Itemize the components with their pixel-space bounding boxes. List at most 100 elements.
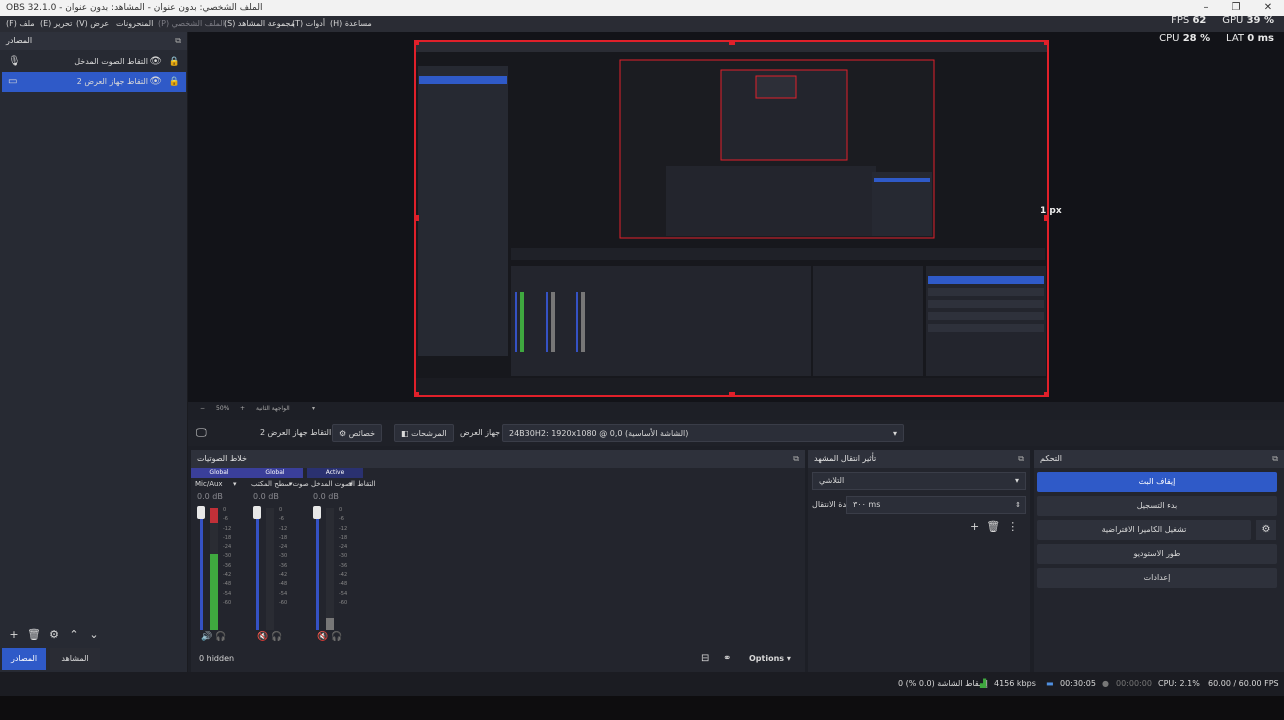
meter-tick-label: -54 [339, 590, 348, 597]
link-icon[interactable]: ⚭ [723, 648, 731, 670]
layout-icon[interactable]: ⊟ [701, 648, 709, 670]
volume-fader-track[interactable] [316, 508, 319, 630]
add-icon[interactable]: + [4, 628, 24, 641]
more-icon[interactable]: ⋮ [1007, 520, 1018, 533]
move-down-icon[interactable]: ⌄ [84, 628, 104, 641]
gear-icon[interactable]: ⚙ [1256, 520, 1276, 540]
spin-arrows-icon[interactable]: ⇕ [1015, 497, 1021, 513]
volume-meter-fill [326, 617, 334, 630]
tab-sources[interactable]: المصادر [2, 648, 46, 670]
signal-icon: ▟ [980, 679, 987, 688]
menu-docks[interactable]: المنحرونات [116, 16, 153, 32]
volume-fader-handle[interactable] [197, 506, 205, 519]
meter-tick-label: -18 [339, 534, 348, 541]
sources-dock-title: المصادر ⧉ [0, 32, 187, 50]
mixer-footer: 0 hidden ⊟ ⚭ Options ▾ [191, 648, 805, 670]
meter-tick-label: -30 [279, 553, 288, 560]
resize-handle[interactable] [1044, 392, 1047, 395]
resize-handle[interactable] [729, 42, 735, 45]
headphones-icon[interactable]: 🎧 [268, 632, 282, 642]
lock-icon[interactable]: 🔒 [169, 72, 180, 92]
source-label: التقاط الصوت المدخل [74, 57, 148, 66]
resize-handle[interactable] [416, 215, 419, 221]
menu-view[interactable]: (V) عرض [76, 16, 109, 32]
resize-handle[interactable] [416, 42, 419, 45]
gear-icon[interactable]: ⚙ [44, 628, 64, 641]
chevron-down-icon[interactable]: ▾ [233, 478, 243, 490]
selected-source-name: التقاط جهاز العرض 2 [260, 428, 332, 437]
volume-fader-handle[interactable] [313, 506, 321, 519]
transition-select[interactable]: التلاشي ▾ [812, 472, 1026, 490]
meter-ticks: 0 -6 -12 -18 -24 -30 -36 -42 -48 -54 -60 [223, 506, 231, 608]
muted-speaker-icon[interactable]: 🔇 [317, 632, 328, 642]
menu-help[interactable]: (H) مساعدة [330, 16, 372, 32]
undock-icon[interactable]: ⧉ [1018, 450, 1024, 468]
menu-edit[interactable]: (E) تحرير [40, 16, 72, 32]
options-label: Options [749, 654, 785, 663]
display-select[interactable]: 24B30H2: 1920x1080 @ 0,0 (الشاشة الأساسي… [502, 424, 904, 442]
meter-tick-label: -60 [223, 599, 232, 606]
undock-icon[interactable]: ⧉ [175, 32, 181, 50]
move-up-icon[interactable]: ⌃ [64, 628, 84, 641]
meter-tick-label: 0 [339, 507, 343, 513]
menu-file[interactable]: (F) ملف [6, 16, 35, 32]
chevron-down-icon: ▾ [892, 429, 897, 438]
record-time: 00:00:00 [1116, 679, 1152, 688]
trash-icon[interactable]: 🗑 [24, 628, 44, 641]
speaker-icon[interactable]: 🔊 [201, 632, 212, 642]
virtual-camera-button[interactable]: تشغيل الكاميرا الافتراضية [1037, 520, 1251, 540]
volume-fader-handle[interactable] [253, 506, 261, 519]
stop-streaming-button[interactable]: إيقاف البث [1037, 472, 1277, 492]
channel-name[interactable]: Mic/Aux [195, 478, 259, 490]
headphones-icon[interactable]: 🎧 [212, 632, 226, 642]
lock-icon[interactable]: 🔒 [169, 52, 180, 72]
studio-mode-button[interactable]: طور الاستوديو [1037, 544, 1277, 564]
preview-canvas[interactable] [414, 40, 1049, 397]
meter-tick-label: 0 [223, 507, 227, 513]
source-item-mic[interactable]: 🎙 التقاط الصوت المدخل 👁 🔒 [2, 52, 186, 72]
tab-scenes[interactable]: المشاهد [50, 648, 100, 670]
channel-name[interactable]: التقاط الصوت المدخل [311, 478, 375, 490]
channel-name[interactable]: صوت سطح المكتب [251, 478, 315, 490]
meter-tick-label: -54 [279, 590, 288, 597]
filters-button[interactable]: ◧ المرشحات [394, 424, 454, 442]
trash-icon[interactable]: 🗑 [986, 520, 1000, 533]
menu-scene-collection[interactable]: (S) مجموعة المشاهد [224, 16, 295, 32]
undock-icon[interactable]: ⧉ [793, 450, 799, 468]
volume-fader-track[interactable] [200, 508, 203, 630]
chevron-down-icon[interactable]: ▾ [349, 478, 359, 490]
undock-icon[interactable]: ⧉ [1272, 450, 1278, 468]
zoom-in-icon[interactable]: + [240, 402, 245, 416]
controls-title-text: التحكم [1040, 454, 1062, 463]
menu-profile[interactable]: (P) الملف الشخصي [158, 16, 225, 32]
properties-button[interactable]: ⚙ خصائص [332, 424, 383, 442]
taskbar-strip [0, 696, 1284, 720]
volume-fader-track[interactable] [256, 508, 259, 630]
muted-speaker-icon[interactable]: 🔇 [257, 632, 268, 642]
status-bar: إسقاط الشاشة (0.0 %) 0 ▟ 4156 kbps ▬ 00:… [0, 672, 1284, 696]
menu-tools[interactable]: (T) أدوات [292, 16, 325, 32]
eye-icon[interactable]: 👁 [149, 52, 162, 72]
channel-volume-db: 0.0 dB [313, 492, 339, 501]
stream-time: 00:30:05 [1060, 679, 1096, 688]
resize-handle[interactable] [729, 392, 735, 395]
duration-spinbox[interactable]: ٣٠٠ ms ⇕ [846, 496, 1026, 514]
chevron-down-icon[interactable]: ▾ [289, 478, 299, 490]
volume-meter [210, 508, 218, 630]
headphones-icon[interactable]: 🎧 [328, 632, 342, 642]
resize-handle[interactable] [416, 392, 419, 395]
eye-icon[interactable]: 👁 [149, 72, 162, 92]
preview-zoom-bar: − 50% + الواجهة الثانية ▾ [190, 402, 1090, 416]
start-recording-button[interactable]: بدء التسجيل [1037, 496, 1277, 516]
settings-button[interactable]: إعدادات [1037, 568, 1277, 588]
options-button[interactable]: Options ▾ [749, 648, 791, 670]
add-icon[interactable]: + [970, 520, 979, 533]
fps-value: 62 [1192, 15, 1207, 26]
meter-tick-label: -12 [279, 525, 288, 532]
zoom-out-icon[interactable]: − [200, 402, 205, 416]
meter-tick-label: -6 [339, 516, 344, 523]
monitor-icon: 🖵 [196, 426, 207, 439]
source-item-display[interactable]: ▭ التقاط جهاز العرض 2 👁 🔒 [2, 72, 186, 92]
chevron-down-icon[interactable]: ▾ [312, 402, 315, 416]
resize-handle[interactable] [1044, 42, 1047, 45]
